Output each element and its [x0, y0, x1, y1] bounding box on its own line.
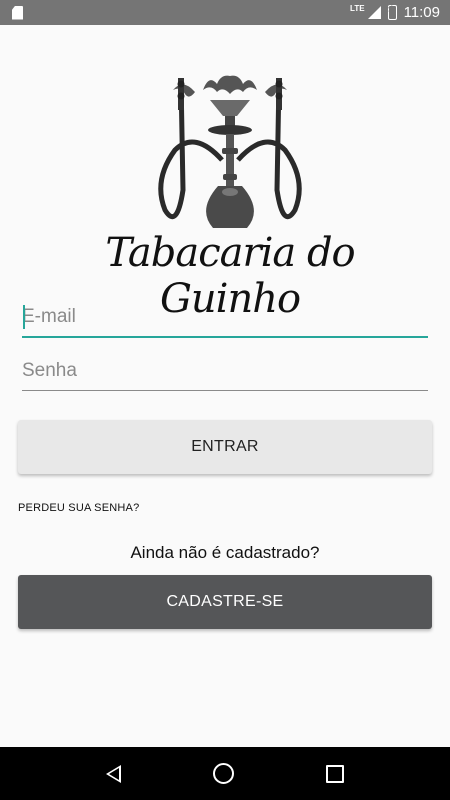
password-field-container[interactable]	[22, 353, 428, 391]
navigation-bar	[0, 747, 450, 800]
text-caret	[23, 305, 25, 329]
register-button[interactable]: CADASTRE-SE	[18, 575, 432, 629]
login-button[interactable]: ENTRAR	[18, 420, 432, 474]
status-bar: LTE 11:09	[0, 0, 450, 25]
recents-icon[interactable]	[326, 764, 344, 783]
battery-charging-icon	[387, 4, 397, 20]
brand-logo: Tabacaria do Guinho	[85, 70, 375, 322]
email-underline	[22, 336, 428, 338]
password-field[interactable]	[22, 353, 428, 389]
back-icon[interactable]	[106, 764, 121, 783]
home-icon[interactable]	[213, 763, 234, 784]
email-field[interactable]	[22, 299, 428, 335]
not-registered-text: Ainda não é cadastrado?	[130, 543, 320, 562]
hookah-logo-icon	[158, 75, 302, 228]
clock: 11:09	[403, 4, 440, 21]
email-field-container[interactable]	[22, 299, 428, 338]
sd-card-icon	[12, 5, 23, 20]
signal-icon	[367, 6, 381, 19]
password-underline	[22, 390, 428, 391]
network-type: LTE	[350, 4, 365, 13]
forgot-password-link[interactable]: PERDEU SUA SENHA?	[18, 502, 139, 514]
